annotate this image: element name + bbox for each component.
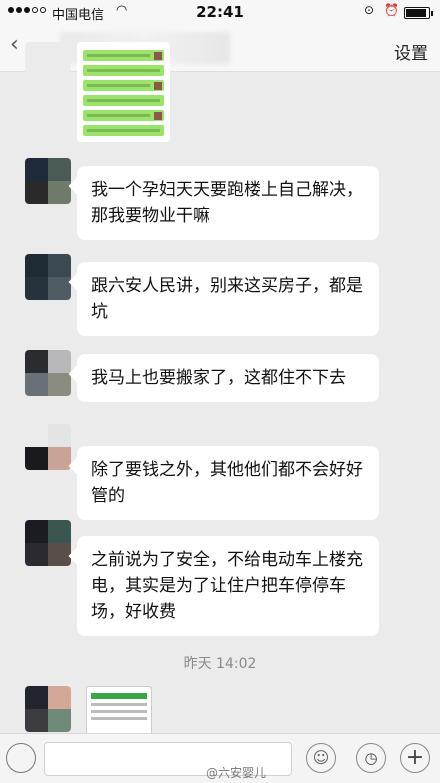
emoji-icon[interactable]: ☺ (306, 743, 336, 773)
alarm-icon: ⏰ (384, 3, 399, 17)
message-text: 除了要钱之外，其他他们都不会好好管的 (91, 460, 363, 506)
avatar-pixel (25, 520, 48, 543)
avatar[interactable] (25, 424, 71, 470)
message-bubble[interactable]: 除了要钱之外，其他他们都不会好好管的 (77, 446, 379, 520)
avatar-pixel (48, 158, 71, 181)
avatar-pixel (48, 447, 71, 470)
avatar-pixel (48, 373, 71, 396)
avatar[interactable] (25, 254, 71, 300)
message-bubble[interactable]: 我马上也要搬家了，这都住不下去 (77, 354, 379, 402)
avatar-pixel (25, 424, 48, 447)
avatar[interactable] (25, 42, 71, 88)
message-bubble[interactable]: 我一个孕妇天天要跑楼上自己解决，那我要物业干嘛 (77, 166, 379, 240)
avatar[interactable] (25, 158, 71, 204)
avatar-pixel (48, 520, 71, 543)
avatar[interactable] (25, 520, 71, 566)
avatar-pixel (25, 447, 48, 470)
chat-timestamp: 昨天 14:02 (183, 656, 257, 672)
message-text: 我一个孕妇天天要跑楼上自己解决，那我要物业干嘛 (91, 180, 363, 226)
image-content (83, 80, 164, 91)
avatar-pixel (25, 181, 48, 204)
avatar-pixel (25, 158, 48, 181)
image-content (91, 693, 147, 699)
image-content (91, 703, 147, 706)
avatar[interactable] (25, 350, 71, 396)
settings-button[interactable]: 设置 (394, 39, 428, 64)
message-bubble[interactable]: 跟六安人民讲，别来这买房子，都是坑 (77, 262, 379, 336)
avatar-pixel (25, 543, 48, 566)
avatar-pixel (48, 686, 71, 709)
avatar-pixel (25, 373, 48, 396)
plus-icon[interactable]: + (400, 743, 430, 773)
avatar-pixel (48, 254, 71, 277)
status-bar: 中国电信 ◠ 22:41 ⊙ ⏰ (0, 0, 440, 26)
image-content (91, 717, 147, 720)
avatar-pixel (48, 277, 71, 300)
watermark: @六安婴儿 (206, 766, 267, 780)
avatar-pixel (25, 709, 48, 732)
avatar-pixel (25, 350, 48, 373)
image-content (83, 65, 164, 76)
voice-icon[interactable] (6, 743, 36, 773)
message-text: 之前说为了安全，不给电动车上楼充电，其实是为了让住户把车停停车场，好收费 (91, 550, 363, 622)
rotation-lock-icon: ⊙ (364, 3, 375, 17)
avatar[interactable] (25, 686, 71, 732)
battery-icon (404, 7, 433, 19)
message-bubble[interactable]: 之前说为了安全，不给电动车上楼充电，其实是为了让住户把车停停车场，好收费 (77, 536, 379, 636)
avatar-pixel (48, 424, 71, 447)
image-message[interactable] (77, 42, 170, 142)
image-content (83, 95, 164, 106)
image-content (83, 125, 164, 136)
image-content (83, 110, 164, 121)
message-text: 我马上也要搬家了，这都住不下去 (91, 368, 346, 388)
image-content (83, 50, 164, 61)
avatar-pixel (25, 686, 48, 709)
avatar-pixel (25, 277, 48, 300)
back-icon[interactable]: ‹ (10, 32, 19, 57)
message-text: 跟六安人民讲，别来这买房子，都是坑 (91, 276, 363, 322)
avatar-pixel (48, 709, 71, 732)
avatar-pixel (48, 350, 71, 373)
avatar-pixel (25, 254, 48, 277)
image-content (91, 710, 147, 713)
avatar-pixel (48, 181, 71, 204)
clock-icon[interactable]: ◷ (356, 743, 386, 773)
avatar-pixel (48, 543, 71, 566)
